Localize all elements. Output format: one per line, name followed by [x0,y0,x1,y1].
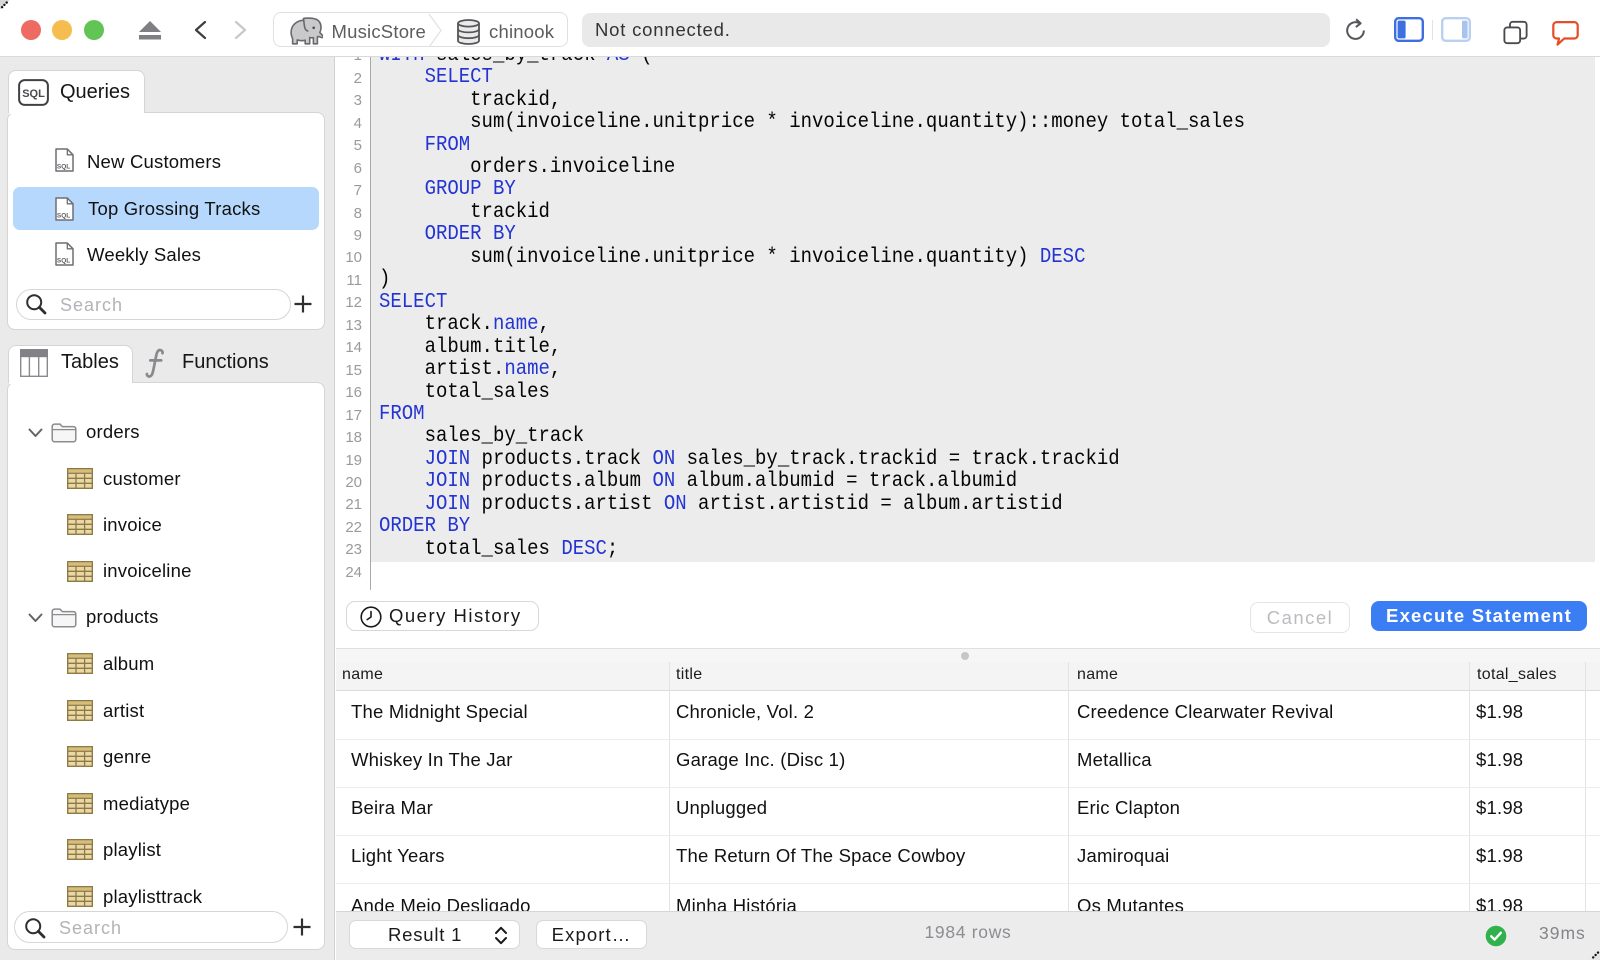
svg-text:SQL: SQL [22,88,45,100]
svg-text:SQL: SQL [57,258,70,265]
svg-text:SQL: SQL [57,212,70,219]
svg-text:SQL: SQL [57,164,70,171]
